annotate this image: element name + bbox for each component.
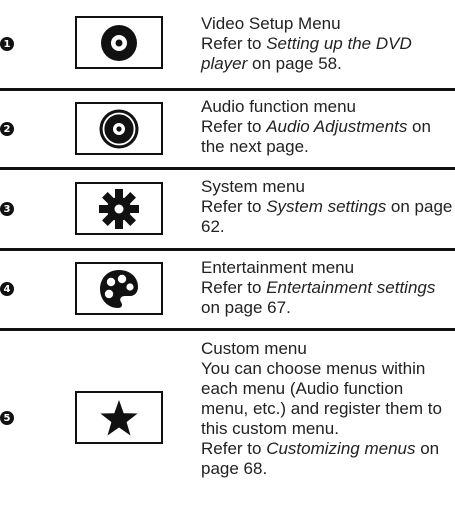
row-description: System menu Refer to System settings on … [201,177,455,237]
audio-function-menu-button[interactable] [75,102,163,155]
row-number-badge: 5 [0,411,14,425]
entertainment-menu-button[interactable] [75,262,163,315]
menu-body: You can choose menus within each menu (A… [201,359,442,438]
menu-row-entertainment: 4 Entertainment menu Refer to Entertainm… [0,251,455,328]
row-description: Custom menu You can choose menus within … [201,339,455,479]
gear-icon [99,188,139,229]
disc-icon [101,24,137,61]
menu-row-system: 3 System menu Refer to System settings o… [0,170,455,248]
video-setup-menu-button[interactable] [75,16,163,69]
menu-title: System menu [201,177,305,196]
menu-row-custom: 5 Custom menu You can choose menus withi… [0,331,455,505]
menu-row-video-setup: 1 Video Setup Menu Refer to Setting up t… [0,0,455,88]
menu-title: Audio function menu [201,97,356,116]
menu-title: Custom menu [201,339,307,358]
menu-title: Entertainment menu [201,258,355,277]
audio-disc-icon [99,109,139,148]
reference-link-text: Audio Adjustments [266,117,408,136]
menu-reference: Refer to Customizing menus on page 68. [201,439,440,478]
menu-title: Video Setup Menu [201,14,341,33]
row-number-badge: 3 [0,202,14,216]
menu-reference: Refer to Setting up the DVD player on pa… [201,34,412,73]
reference-link-text: Customizing menus [266,439,416,458]
system-menu-button[interactable] [75,182,163,235]
palette-icon [100,269,138,308]
row-description: Audio function menu Refer to Audio Adjus… [201,97,455,157]
reference-link-text: Entertainment settings [266,278,436,297]
reference-link-text: System settings [266,197,387,216]
row-number-badge: 4 [0,282,14,296]
menu-reference: Refer to Entertainment settings on page … [201,278,436,317]
row-number-badge: 2 [0,122,14,136]
menu-reference: Refer to Audio Adjustments on the next p… [201,117,431,156]
row-description: Entertainment menu Refer to Entertainmen… [201,258,455,318]
menu-reference: Refer to System settings on page 62. [201,197,453,236]
row-description: Video Setup Menu Refer to Setting up the… [201,14,455,74]
custom-menu-button[interactable] [75,391,163,444]
menu-row-audio-function: 2 Audio function menu Refer to Audio Adj… [0,91,455,167]
star-icon [100,399,138,435]
row-number-badge: 1 [0,37,14,51]
